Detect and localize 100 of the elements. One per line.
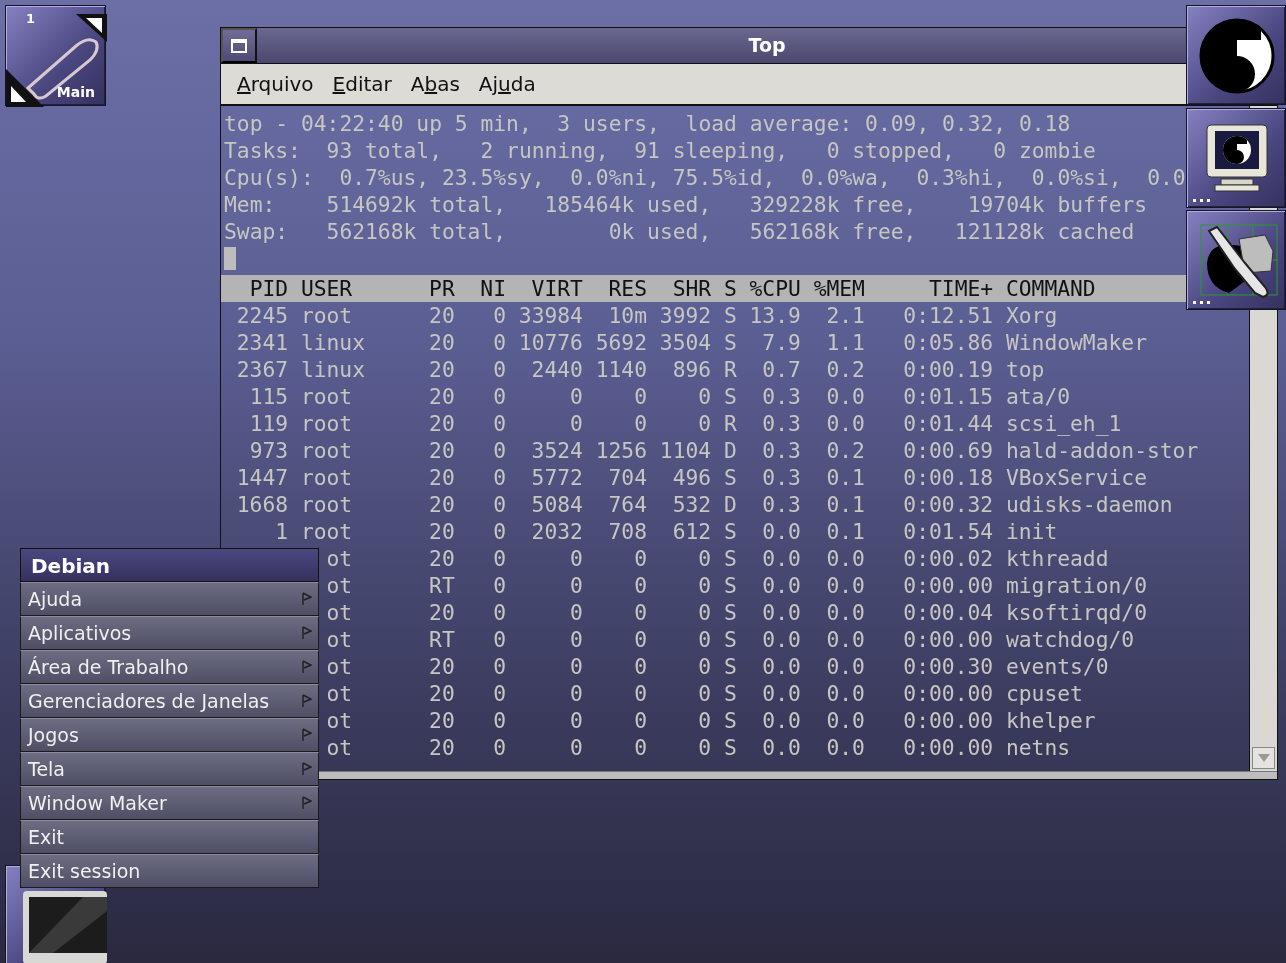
table-cell: ksoftirqd/0 [1005, 599, 1147, 626]
table-cell: top [1005, 356, 1045, 383]
table-cell-text: 0:00.00 [902, 680, 994, 707]
dock-tile[interactable] [1186, 5, 1286, 105]
table-cell-text: 0 [633, 707, 647, 734]
table-cell: khelper [1005, 707, 1096, 734]
table-cell: cpuset [1005, 680, 1083, 707]
scroll-down-button[interactable] [1252, 747, 1275, 769]
table-cell-text: RT [428, 626, 455, 653]
table-cell-text: 0.0 [825, 545, 865, 572]
table-cell-text: 764 [607, 491, 647, 518]
table-cell-text: 0.2 [825, 437, 865, 464]
table-cell-text: 0 [569, 599, 583, 626]
table-cell-text: 0 [633, 734, 647, 761]
summary-line: top - 04:22:40 up 5 min, 3 users, load average: 0.09, 0.32, 0.18 [224, 110, 1071, 137]
table-cell-text: ot [326, 545, 354, 572]
miniaturize-button[interactable] [221, 28, 257, 63]
table-cell-text: 0 [492, 707, 506, 734]
table-cell-text: 0 [569, 734, 583, 761]
dock-tile[interactable] [1186, 108, 1286, 208]
table-cell-text: 20 [428, 518, 455, 545]
column-header: RES [607, 275, 647, 302]
summary-line: Tasks: 93 total, 2 running, 91 sleeping, 0 stopped, 0 zombie [224, 137, 1096, 164]
column-header: %CPU [749, 275, 801, 302]
table-cell-text: 115 [248, 383, 289, 410]
column-header: TIME+ [928, 275, 994, 302]
table-cell: S [723, 329, 737, 356]
table-cell-text: 1 [274, 518, 289, 545]
table-cell-text: 5084 [530, 491, 583, 518]
table-cell: 1104 [659, 437, 712, 464]
table-cell-text: 2440 [530, 356, 583, 383]
menu-item[interactable]: Editar [324, 69, 403, 99]
menu-item[interactable]: Abas [402, 69, 471, 99]
table-cell-text: root [300, 464, 354, 491]
down-arrow-icon [1257, 754, 1270, 762]
table-cell-text: 0 [569, 572, 583, 599]
column-header: SHR [671, 275, 712, 302]
table-cell: kthreadd [1005, 545, 1109, 572]
table-cell: S [723, 518, 737, 545]
table-cell-text: 119 [248, 410, 289, 437]
table-cell-text: 0 [492, 302, 506, 329]
table-cell-text: 0:00.19 [902, 356, 994, 383]
table-cell: 3504 [659, 329, 712, 356]
menu-item[interactable]: Ajuda [470, 69, 547, 99]
table-cell-text: 0 [633, 572, 647, 599]
menu-item[interactable]: Arquivo [229, 69, 325, 99]
table-cell: ata/0 [1005, 383, 1071, 410]
table-cell-text: 704 [607, 464, 647, 491]
table-cell: S [723, 572, 737, 599]
column-header: COMMAND [1005, 275, 1096, 302]
menu-item[interactable]: Ajuda [20, 582, 319, 616]
summary-line: Cpu(s): 0.7%us, 23.5%sy, 0.0%ni, 75.5%id, 0.0%wa, 0.3%hi, 0.0%si, 0.0 [224, 164, 1186, 191]
table-cell-text: 0.0 [825, 572, 865, 599]
table-cell-text: root [300, 437, 354, 464]
table-cell-text: 20 [428, 464, 455, 491]
menu-item[interactable]: Área de Trabalho [20, 650, 319, 684]
dock-tile[interactable] [1186, 210, 1286, 310]
table-cell-text: 0 [697, 383, 712, 410]
table-cell-text: 0 [633, 410, 647, 437]
table-cell-text: 0 [569, 410, 583, 437]
table-cell: 1256 [595, 437, 647, 464]
ellipsis-icon [1193, 301, 1213, 305]
table-cell: 1140 [595, 356, 647, 383]
menu-item[interactable]: Jogos [20, 718, 319, 752]
table-cell-text: 0.0 [825, 410, 865, 437]
table-cell-text: 5772 [530, 464, 583, 491]
column-header: %MEM [813, 275, 865, 302]
table-cell-text: 0 [697, 599, 712, 626]
table-cell-text: 0.1 [825, 491, 865, 518]
table-cell-text: 20 [428, 491, 455, 518]
table-cell-text: 2032 [530, 518, 583, 545]
table-cell-text: 0 [633, 383, 647, 410]
table-cell-text: 0:01.15 [902, 383, 994, 410]
table-cell-text: 0 [492, 383, 506, 410]
menu-item[interactable]: Gerenciadores de Janelas [20, 684, 319, 718]
table-cell-text: 0.0 [761, 572, 801, 599]
table-cell: S [723, 464, 737, 491]
menu-item[interactable]: Exit [20, 820, 319, 854]
menu-item[interactable]: Tela [20, 752, 319, 786]
table-cell-text: 0 [492, 653, 506, 680]
table-cell-text: 612 [671, 518, 712, 545]
menu-item[interactable]: Exit session [20, 854, 319, 888]
table-cell-text: 0:01.44 [902, 410, 994, 437]
menu-item[interactable]: Window Maker [20, 786, 319, 820]
workspace-clip[interactable]: 1 Main [5, 5, 106, 106]
column-header: S [723, 275, 737, 302]
table-cell-text: 0:00.04 [902, 599, 994, 626]
menu-item[interactable]: Aplicativos [20, 616, 319, 650]
table-cell-text: 0 [697, 572, 712, 599]
table-cell: S [723, 302, 737, 329]
table-cell-text: 0.0 [825, 707, 865, 734]
table-cell: S [723, 653, 737, 680]
table-cell-text: 0 [492, 437, 506, 464]
table-cell-text: 0:01.54 [902, 518, 994, 545]
table-cell-text: 0.0 [761, 653, 801, 680]
table-cell-text: 0 [492, 545, 506, 572]
table-cell-text: 3524 [530, 437, 583, 464]
table-cell-text: 0.1 [825, 518, 865, 545]
table-cell-text: 0:05.86 [902, 329, 994, 356]
table-cell-text: 0 [697, 545, 712, 572]
